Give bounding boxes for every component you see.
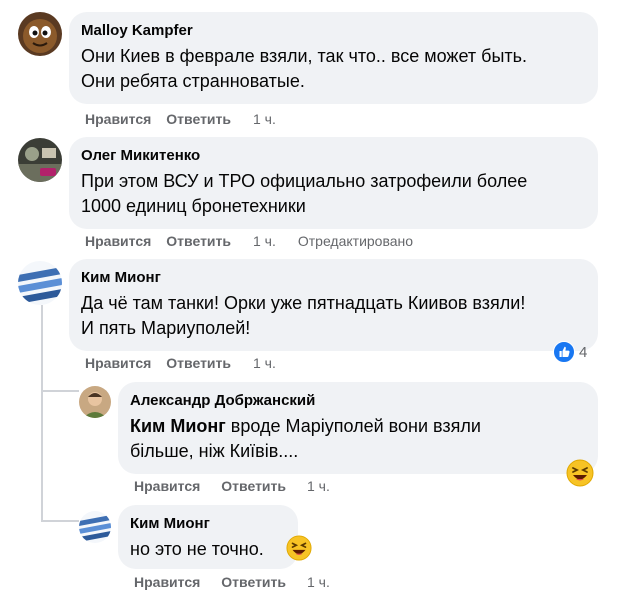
- timestamp[interactable]: 1 ч.: [253, 355, 276, 371]
- thread-line-branch-2: [41, 520, 79, 522]
- edited-label[interactable]: Отредактировано: [298, 233, 413, 249]
- comment-text-line: Они Киев в феврале взяли, так что.. все …: [81, 46, 528, 66]
- like-reaction-icon: [553, 341, 575, 363]
- comment-text-line: Да чё там танки! Орки уже пятнадцать Кии…: [81, 293, 526, 313]
- mention-link[interactable]: Ким Мионг: [130, 416, 226, 436]
- like-button[interactable]: Нравится: [134, 478, 200, 494]
- like-button[interactable]: Нравится: [85, 355, 151, 371]
- like-button[interactable]: Нравится: [85, 233, 151, 249]
- reply-actions: Нравится Ответить 1 ч.: [134, 478, 330, 494]
- comment-text-line: При этом ВСУ и ТРО официально затрофеили…: [81, 171, 528, 191]
- reply-button[interactable]: Ответить: [166, 111, 231, 127]
- reaction-count: 4: [579, 343, 588, 361]
- reply-button[interactable]: Ответить: [166, 355, 231, 371]
- comment-text-line: 1000 единиц бронетехники: [81, 196, 306, 216]
- timestamp[interactable]: 1 ч.: [253, 111, 276, 127]
- like-button[interactable]: Нравится: [134, 574, 200, 590]
- laughing-emoji-icon: [566, 459, 594, 487]
- reply-button[interactable]: Ответить: [221, 478, 286, 494]
- avatar[interactable]: [18, 138, 62, 182]
- comment-text-line: И пять Мариуполей!: [81, 318, 251, 338]
- comment-author[interactable]: Олег Микитенко: [81, 147, 586, 165]
- avatar[interactable]: [79, 511, 111, 543]
- reply-author[interactable]: Александр Добржанский: [130, 392, 586, 410]
- reply-bubble: Ким Мионг но это не точно.: [118, 505, 298, 569]
- comment-actions: Нравится Ответить 1 ч.: [85, 355, 276, 371]
- timestamp[interactable]: 1 ч.: [253, 233, 276, 249]
- timestamp[interactable]: 1 ч.: [307, 574, 330, 590]
- avatar[interactable]: [18, 261, 62, 305]
- reply-bubble: Александр Добржанский Ким Мионг вроде Ма…: [118, 382, 598, 474]
- comment-author[interactable]: Malloy Kampfer: [81, 22, 586, 40]
- comment-actions: Нравится Ответить 1 ч. Отредактировано: [85, 233, 413, 249]
- timestamp[interactable]: 1 ч.: [307, 478, 330, 494]
- reply-text-line: більше, ніж Київів....: [130, 441, 299, 461]
- comment-author[interactable]: Ким Мионг: [81, 269, 586, 287]
- reaction-summary[interactable]: 4: [553, 341, 587, 363]
- comment-text-line: Они ребята странноватые.: [81, 71, 305, 91]
- comment-bubble: Ким Мионг Да чё там танки! Орки уже пятн…: [69, 259, 598, 351]
- reply-button[interactable]: Ответить: [166, 233, 231, 249]
- thread-line-branch-1: [41, 390, 79, 392]
- reply-text-line: но это не точно.: [130, 539, 264, 559]
- reply-actions: Нравится Ответить 1 ч.: [134, 574, 330, 590]
- avatar[interactable]: [79, 386, 111, 418]
- comment-actions: Нравится Ответить 1 ч.: [85, 111, 276, 127]
- comment-bubble: Malloy Kampfer Они Киев в феврале взяли,…: [69, 12, 598, 104]
- thread-line: [41, 305, 43, 520]
- reply-text-rest: вроде Маріуполей вони взяли: [225, 416, 481, 436]
- laughing-emoji-icon: [286, 535, 312, 561]
- reply-author[interactable]: Ким Мионг: [130, 515, 286, 533]
- reply-text-line: Ким Мионг вроде Маріуполей вони взяли: [130, 414, 586, 439]
- like-button[interactable]: Нравится: [85, 111, 151, 127]
- avatar[interactable]: [18, 12, 62, 56]
- comment-bubble: Олег Микитенко При этом ВСУ и ТРО официа…: [69, 137, 598, 229]
- reply-button[interactable]: Ответить: [221, 574, 286, 590]
